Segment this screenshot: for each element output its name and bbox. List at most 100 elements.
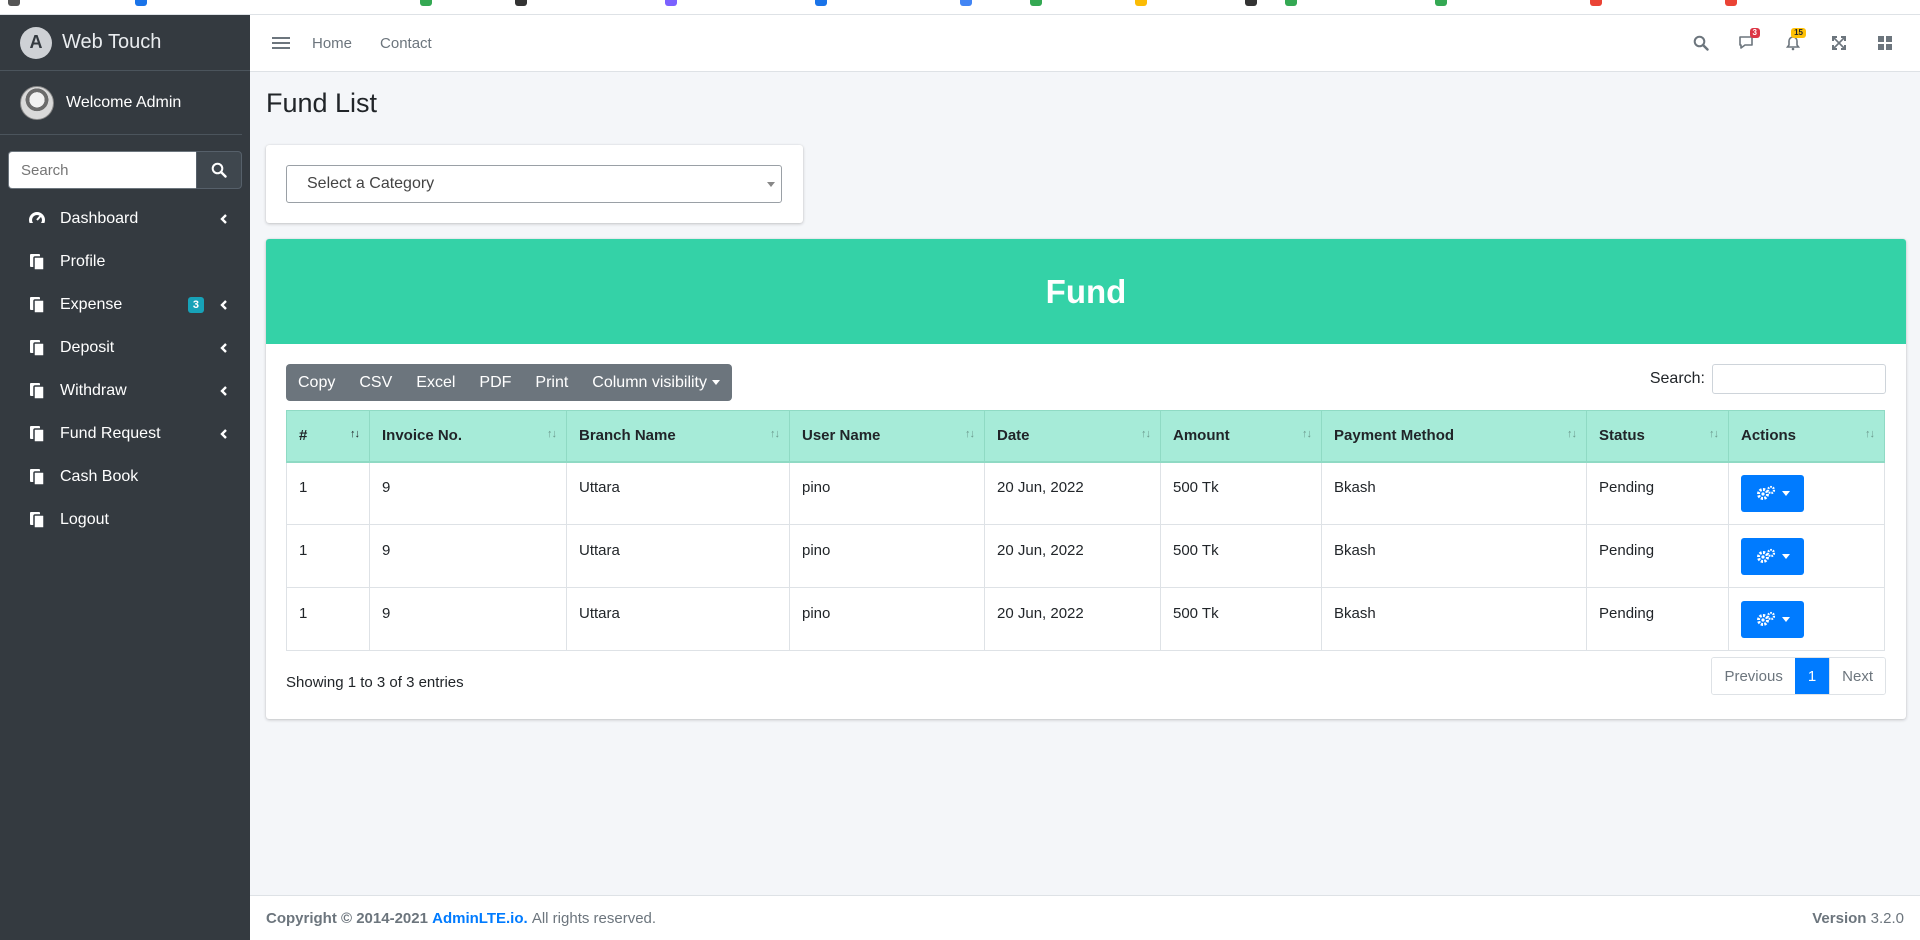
sort-icon: ↑↓ (1709, 428, 1719, 440)
navbar-search-button[interactable] (1678, 23, 1724, 63)
cell-value: Pending (1599, 604, 1655, 622)
footer-copyright: Copyright © 2014-2021 (266, 909, 428, 927)
cell-user: pino (789, 461, 985, 525)
column-header-label: Branch Name (579, 427, 676, 445)
cell-value: Uttara (579, 478, 620, 496)
nav-link-home[interactable]: Home (312, 35, 352, 52)
cogs-icon (1756, 548, 1775, 563)
copy-icon (30, 382, 45, 400)
pagination-next[interactable]: Next (1829, 658, 1885, 694)
print-button[interactable]: Print (523, 364, 580, 401)
chevron-left-icon (220, 299, 227, 310)
copy-icon (30, 253, 45, 271)
brand-link[interactable]: A Web Touch (0, 15, 250, 71)
sidebar-search-input[interactable] (8, 151, 196, 189)
cell-branch: Uttara (566, 461, 790, 525)
cell-number: 1 (286, 461, 370, 525)
pagination: Previous 1 Next (1711, 657, 1886, 695)
sidebar-item-withdraw[interactable]: Withdraw (0, 369, 250, 412)
copy-button[interactable]: Copy (286, 364, 347, 401)
control-sidebar-button[interactable] (1862, 23, 1908, 63)
dashboard-icon (28, 211, 46, 228)
excel-button[interactable]: Excel (404, 364, 467, 401)
column-header-amount[interactable]: Amount ↑↓ (1160, 410, 1322, 463)
row-actions-button[interactable] (1741, 537, 1804, 575)
messages-button[interactable]: 3 (1724, 23, 1770, 63)
cell-payment-method: Bkash (1321, 587, 1587, 651)
cell-status: Pending (1586, 461, 1729, 525)
cell-value: Bkash (1334, 604, 1376, 622)
table-row: 1 9 Uttara pino 20 Jun, 2022 500 Tk Bkas… (286, 524, 1885, 588)
cell-user: pino (789, 524, 985, 588)
menu-toggle-icon[interactable] (272, 34, 290, 52)
table-search-input[interactable] (1712, 364, 1886, 394)
cell-invoice: 9 (369, 524, 567, 588)
column-header-actions[interactable]: Actions ↑↓ (1728, 410, 1885, 463)
column-header-user[interactable]: User Name ↑↓ (789, 410, 985, 463)
pagination-previous[interactable]: Previous (1712, 658, 1795, 694)
chevron-left-icon (220, 385, 227, 396)
column-header-number[interactable]: # ↑↓ (286, 410, 370, 463)
pdf-button[interactable]: PDF (467, 364, 523, 401)
sort-icon: ↑↓ (1567, 428, 1577, 440)
sidebar-search-button[interactable] (196, 151, 242, 189)
footer-link[interactable]: AdminLTE.io. (432, 910, 528, 927)
page-title: Fund List (266, 88, 378, 118)
column-visibility-button[interactable]: Column visibility (580, 364, 732, 401)
column-header-label: Invoice No. (382, 427, 463, 445)
cell-branch: Uttara (566, 587, 790, 651)
cell-number: 1 (286, 524, 370, 588)
sidebar-item-profile[interactable]: Profile (0, 240, 250, 283)
copy-icon (30, 296, 45, 314)
sidebar: A Web Touch Welcome Admin Dashboard Prof… (0, 15, 250, 940)
column-header-label: Amount (1173, 427, 1230, 445)
table-search-label: Search: (1649, 370, 1705, 387)
column-header-label: User Name (802, 427, 881, 445)
brand-logo-icon: A (20, 26, 52, 59)
sidebar-item-label: Dashboard (60, 209, 139, 227)
sidebar-item-cash-book[interactable]: Cash Book (0, 455, 250, 498)
row-actions-button[interactable] (1741, 474, 1804, 512)
sidebar-item-fund-request[interactable]: Fund Request (0, 412, 250, 455)
category-select[interactable]: Select a Category (286, 165, 782, 203)
fullscreen-button[interactable] (1816, 23, 1862, 63)
row-actions-button[interactable] (1741, 600, 1804, 638)
cell-value: pino (802, 604, 831, 622)
cell-status: Pending (1586, 587, 1729, 651)
column-header-branch[interactable]: Branch Name ↑↓ (566, 410, 790, 463)
cogs-icon (1756, 611, 1775, 626)
cell-user: pino (789, 587, 985, 651)
cell-value: Bkash (1334, 541, 1376, 559)
sidebar-item-label: Deposit (60, 338, 115, 356)
cell-value: 9 (382, 478, 391, 496)
column-header-invoice[interactable]: Invoice No. ↑↓ (369, 410, 567, 463)
cell-value: 1 (299, 541, 308, 559)
brand-name: Web Touch (62, 31, 162, 53)
cell-value: Pending (1599, 478, 1655, 496)
sidebar-item-deposit[interactable]: Deposit (0, 326, 250, 369)
sidebar-item-label: Cash Book (60, 467, 139, 485)
column-header-date[interactable]: Date ↑↓ (984, 410, 1161, 463)
content-wrapper: Fund List Select a Category Fund Copy CS… (250, 72, 1920, 892)
notifications-button[interactable]: 15 (1770, 23, 1816, 63)
cell-value: 20 Jun, 2022 (997, 604, 1084, 622)
cell-payment-method: Bkash (1321, 461, 1587, 525)
cell-actions (1728, 461, 1885, 525)
csv-button[interactable]: CSV (347, 364, 404, 401)
sidebar-item-label: Fund Request (60, 424, 161, 442)
sidebar-item-logout[interactable]: Logout (0, 498, 250, 541)
column-header-payment-method[interactable]: Payment Method ↑↓ (1321, 410, 1587, 463)
notifications-badge: 15 (1791, 28, 1806, 38)
cell-value: 20 Jun, 2022 (997, 541, 1084, 559)
sidebar-item-label: Profile (60, 252, 106, 270)
copy-icon (30, 339, 45, 357)
sidebar-item-expense[interactable]: Expense 3 (0, 283, 250, 326)
user-panel[interactable]: Welcome Admin (0, 71, 242, 135)
nav-link-contact[interactable]: Contact (380, 35, 432, 52)
fund-table: # ↑↓ Invoice No. ↑↓ Branch Name ↑↓ User Nam… (286, 410, 1885, 651)
expand-icon (1832, 36, 1846, 50)
sidebar-item-dashboard[interactable]: Dashboard (0, 197, 250, 240)
pagination-page[interactable]: 1 (1794, 658, 1830, 694)
column-header-status[interactable]: Status ↑↓ (1586, 410, 1729, 463)
cell-value: 1 (299, 478, 308, 496)
